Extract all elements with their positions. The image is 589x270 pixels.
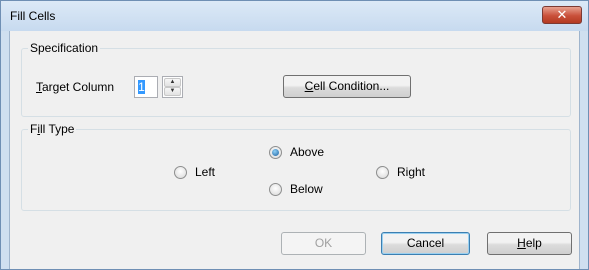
dialog-title: Fill Cells <box>10 9 56 23</box>
fill-cells-dialog: Fill Cells ✕ Specification Target Column… <box>0 0 589 270</box>
radio-above[interactable] <box>269 146 282 159</box>
radio-above-label[interactable]: Above <box>290 145 324 159</box>
specification-group: Specification Target Column 1 ▲ ▼ Cell C… <box>21 41 571 117</box>
specification-legend: Specification <box>28 41 101 55</box>
radio-right-label[interactable]: Right <box>397 165 425 179</box>
ok-button[interactable]: OK <box>281 232 366 255</box>
title-bar[interactable]: Fill Cells ✕ <box>1 1 588 31</box>
target-column-spinner[interactable]: ▲ ▼ <box>162 76 183 98</box>
target-column-input[interactable]: 1 <box>134 76 158 98</box>
radio-right[interactable] <box>376 166 389 179</box>
close-button[interactable]: ✕ <box>542 6 582 24</box>
spin-down-icon[interactable]: ▼ <box>164 87 181 96</box>
help-button[interactable]: Help <box>487 232 572 255</box>
dialog-body: Specification Target Column 1 ▲ ▼ Cell C… <box>9 31 580 269</box>
cancel-button[interactable]: Cancel <box>381 232 470 255</box>
radio-below[interactable] <box>269 183 282 196</box>
radio-selected-dot <box>272 149 279 156</box>
spin-up-icon[interactable]: ▲ <box>164 78 181 87</box>
radio-below-label[interactable]: Below <box>290 182 323 196</box>
fill-type-legend: Fill Type <box>28 122 77 136</box>
cell-condition-button[interactable]: Cell Condition... <box>283 75 411 98</box>
radio-left-label[interactable]: Left <box>195 165 215 179</box>
close-icon: ✕ <box>556 7 568 22</box>
radio-left[interactable] <box>174 166 187 179</box>
target-column-label: Target Column <box>36 80 115 94</box>
target-column-value: 1 <box>138 80 145 94</box>
fill-type-group: Fill Type Above Left Right Below <box>21 122 571 211</box>
